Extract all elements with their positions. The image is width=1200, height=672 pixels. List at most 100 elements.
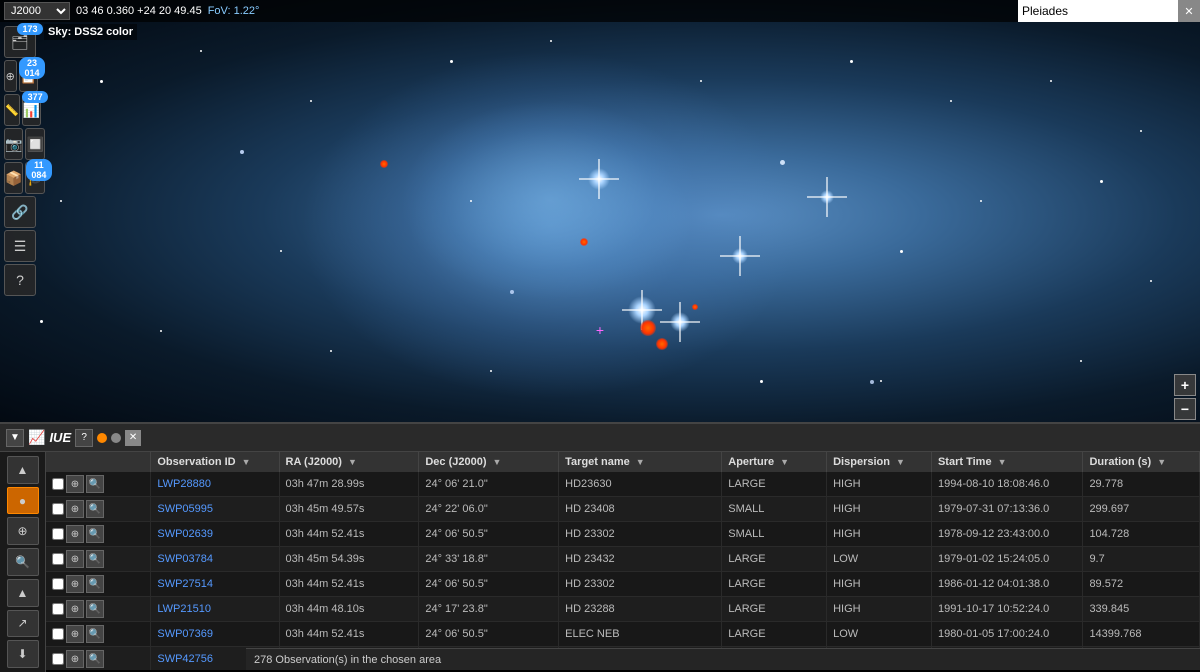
row-obs-id[interactable]: SWP05995 — [151, 497, 279, 522]
row-actions-cell: ⊕ 🔍 — [46, 647, 151, 671]
filter-icon-duration[interactable]: ▼ — [1157, 457, 1166, 467]
status-bar: 278 Observation(s) in the chosen area — [246, 648, 1200, 670]
row-obs-id[interactable]: SWP03784 — [151, 547, 279, 572]
filter-icon-aperture[interactable]: ▼ — [780, 457, 789, 467]
frame-button[interactable]: 🔲 — [25, 128, 44, 160]
row-checkbox[interactable] — [52, 603, 64, 615]
panel-zoom-btn[interactable]: 🔍 — [7, 548, 39, 576]
row-target-button[interactable]: ⊕ — [66, 650, 84, 668]
row-obs-id[interactable]: LWP28880 — [151, 472, 279, 497]
row-search-button[interactable]: 🔍 — [86, 575, 104, 593]
panel-circle-btn[interactable]: ● — [7, 487, 39, 515]
table-row: ⊕ 🔍 LWP21510 03h 44m 48.10s 24° 17' 23.8… — [46, 597, 1200, 622]
row-ra: 03h 45m 54.39s — [279, 547, 419, 572]
row-obs-id[interactable]: SWP07369 — [151, 622, 279, 647]
help-button[interactable]: ? — [4, 264, 36, 296]
toolbar-row-share: 🔗 — [4, 196, 38, 228]
filter-icon-dec[interactable]: ▼ — [493, 457, 502, 467]
menu-button[interactable]: ☰ — [4, 230, 36, 262]
row-target-button[interactable]: ⊕ — [66, 500, 84, 518]
filter-icon-obs-id[interactable]: ▼ — [242, 457, 251, 467]
row-obs-id[interactable]: LWP21510 — [151, 597, 279, 622]
row-search-button[interactable]: 🔍 — [86, 550, 104, 568]
panel-arrow-up2[interactable]: ▲ — [7, 579, 39, 607]
hips-badge: 11 084 — [26, 159, 52, 181]
row-checkbox[interactable] — [52, 653, 64, 665]
table-row: ⊕ 🔍 SWP02639 03h 44m 52.41s 24° 06' 50.5… — [46, 522, 1200, 547]
zoom-in-button[interactable]: + — [1174, 374, 1196, 396]
row-ra: 03h 44m 52.41s — [279, 622, 419, 647]
panel-target-btn[interactable]: ⊕ — [7, 517, 39, 545]
row-checkbox[interactable] — [52, 628, 64, 640]
row-checkbox[interactable] — [52, 578, 64, 590]
filter-icon-ra[interactable]: ▼ — [348, 457, 357, 467]
ruler-button[interactable]: 📏 — [4, 94, 20, 126]
row-search-button[interactable]: 🔍 — [86, 475, 104, 493]
row-target-button[interactable]: ⊕ — [66, 625, 84, 643]
row-dispersion: HIGH — [827, 597, 932, 622]
panel-close-button[interactable]: ✕ — [125, 430, 141, 446]
row-target-button[interactable]: ⊕ — [66, 600, 84, 618]
zoom-out-button[interactable]: − — [1174, 398, 1196, 420]
hips-button[interactable]: 🎓 11 084 — [25, 162, 44, 194]
table-header: Observation ID ▼ RA (J2000) ▼ Dec (J2000… — [46, 452, 1200, 472]
left-panel-controls: ▲ ● ⊕ 🔍 ▲ ↗ ⬇ — [0, 452, 46, 672]
row-search-button[interactable]: 🔍 — [86, 600, 104, 618]
panel-logo: IUE — [49, 430, 71, 445]
row-checkbox[interactable] — [52, 528, 64, 540]
table-row: ⊕ 🔍 SWP05995 03h 45m 49.57s 24° 22' 06.0… — [46, 497, 1200, 522]
row-target-button[interactable]: ⊕ — [66, 575, 84, 593]
row-target-button[interactable]: ⊕ — [66, 550, 84, 568]
camera-button[interactable]: 📷 — [4, 128, 23, 160]
search-box: ✕ — [1018, 0, 1200, 22]
col-header-start-time: Start Time ▼ — [931, 452, 1082, 472]
table-container[interactable]: Observation ID ▼ RA (J2000) ▼ Dec (J2000… — [46, 452, 1200, 670]
row-dec: 24° 22' 06.0" — [419, 497, 559, 522]
catalog-button-1[interactable]: ⊕ — [4, 60, 17, 92]
panel-help-button[interactable]: ? — [75, 429, 93, 447]
filter-icon-target[interactable]: ▼ — [636, 457, 645, 467]
table-wrapper[interactable]: Observation ID ▼ RA (J2000) ▼ Dec (J2000… — [46, 452, 1200, 670]
table-row: ⊕ 🔍 SWP27514 03h 44m 52.41s 24° 06' 50.5… — [46, 572, 1200, 597]
row-target: HD 23432 — [559, 547, 722, 572]
filter-icon-dispersion[interactable]: ▼ — [896, 457, 905, 467]
row-dispersion: LOW — [827, 547, 932, 572]
panel-header: ▼ 📈 IUE ? ✕ — [0, 424, 1200, 452]
measure-button[interactable]: 📊 377 — [22, 94, 41, 126]
bottom-panel: ▼ 📈 IUE ? ✕ ▲ ● ⊕ 🔍 ▲ ↗ ⬇ Observation ID — [0, 422, 1200, 670]
row-checkbox[interactable] — [52, 503, 64, 515]
row-search-button[interactable]: 🔍 — [86, 500, 104, 518]
coord-system-select[interactable]: J2000 B1950 Galactic — [4, 2, 70, 20]
row-checkbox[interactable] — [52, 553, 64, 565]
row-actions-cell: ⊕ 🔍 — [46, 522, 151, 547]
row-search-button[interactable]: 🔍 — [86, 650, 104, 668]
panel-nav-up[interactable]: ▲ — [7, 456, 39, 484]
share-button[interactable]: 🔗 — [4, 196, 36, 228]
row-aperture: LARGE — [722, 597, 827, 622]
row-start-time: 1979-01-02 15:24:05.0 — [931, 547, 1082, 572]
panel-download-btn[interactable]: ⬇ — [7, 640, 39, 668]
row-checkbox[interactable] — [52, 478, 64, 490]
panel-share-btn[interactable]: ↗ — [7, 610, 39, 638]
filter-icon-start-time[interactable]: ▼ — [998, 457, 1007, 467]
row-search-button[interactable]: 🔍 — [86, 525, 104, 543]
zoom-controls: + − — [1174, 374, 1196, 420]
table-row: ⊕ 🔍 SWP07369 03h 44m 52.41s 24° 06' 50.5… — [46, 622, 1200, 647]
row-target-button[interactable]: ⊕ — [66, 475, 84, 493]
catalog-button-2[interactable]: 📋 23 014 — [19, 60, 38, 92]
panel-collapse-button[interactable]: ▼ — [6, 429, 24, 447]
row-target-button[interactable]: ⊕ — [66, 525, 84, 543]
search-input[interactable] — [1018, 0, 1178, 22]
row-duration: 29.778 — [1083, 472, 1200, 497]
cube-button[interactable]: 📦 — [4, 162, 23, 194]
catalog-badge: 23 014 — [19, 57, 45, 79]
row-obs-id[interactable]: SWP02639 — [151, 522, 279, 547]
observations-table: Observation ID ▼ RA (J2000) ▼ Dec (J2000… — [46, 452, 1200, 670]
row-dec: 24° 33' 18.8" — [419, 547, 559, 572]
sky-view[interactable]: + — [0, 0, 1200, 430]
row-obs-id[interactable]: SWP27514 — [151, 572, 279, 597]
row-dec: 24° 06' 50.5" — [419, 572, 559, 597]
search-clear-button[interactable]: ✕ — [1178, 0, 1200, 22]
layers-button[interactable]: 🗂 173 — [4, 26, 36, 58]
row-search-button[interactable]: 🔍 — [86, 625, 104, 643]
